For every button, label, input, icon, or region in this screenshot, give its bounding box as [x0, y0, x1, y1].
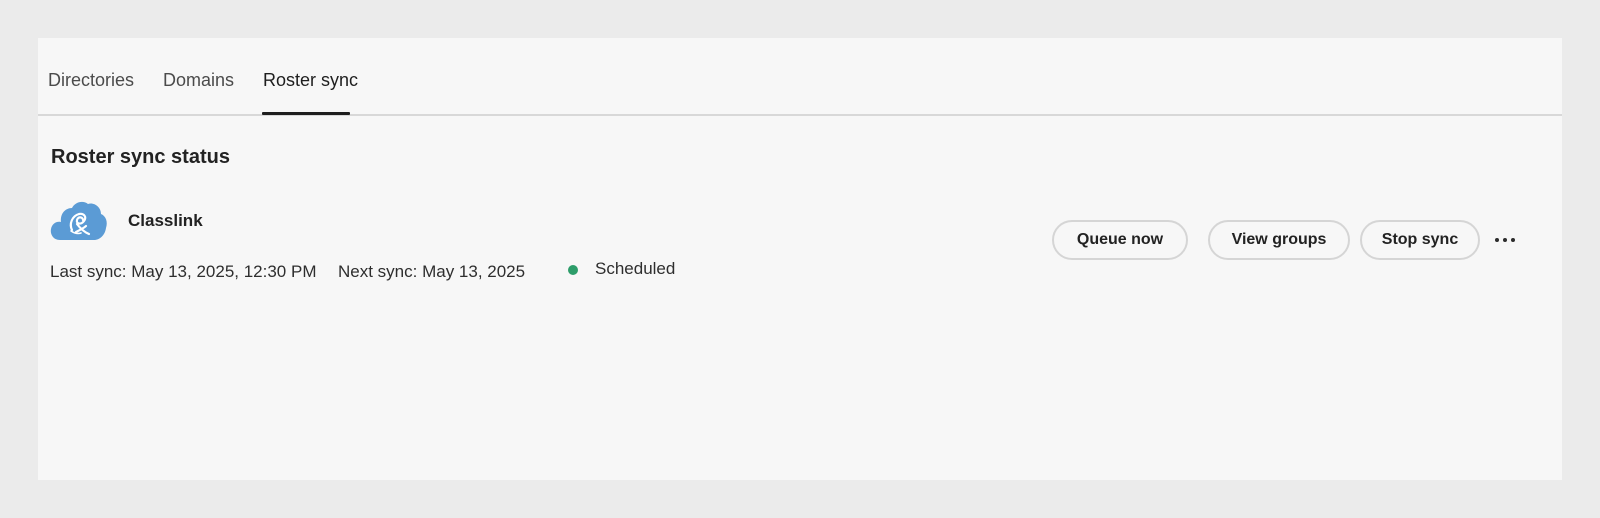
status-label: Scheduled	[595, 259, 676, 278]
section-title: Roster sync status	[51, 146, 230, 168]
stop-sync-button[interactable]: Stop sync	[1360, 220, 1480, 260]
more-dot	[1503, 238, 1507, 242]
view-groups-button[interactable]: View groups	[1208, 220, 1350, 260]
tab-domains[interactable]: Domains	[163, 70, 234, 91]
status-dot-icon	[568, 265, 578, 275]
more-dot	[1495, 238, 1499, 242]
more-options-icon[interactable]	[1488, 228, 1522, 252]
provider-name: Classlink	[128, 211, 203, 230]
queue-now-button[interactable]: Queue now	[1052, 220, 1188, 260]
roster-sync-panel: Directories Domains Roster sync Roster s…	[38, 38, 1562, 480]
tab-directories[interactable]: Directories	[48, 70, 134, 91]
classlink-logo-icon	[50, 200, 108, 244]
tab-roster-sync[interactable]: Roster sync	[263, 70, 358, 91]
tab-bar: Directories Domains Roster sync	[38, 38, 1562, 116]
last-sync-text: Last sync: May 13, 2025, 12:30 PM	[50, 262, 317, 281]
more-dot	[1511, 238, 1515, 242]
next-sync-text: Next sync: May 13, 2025	[338, 262, 526, 281]
active-tab-indicator	[262, 112, 350, 115]
